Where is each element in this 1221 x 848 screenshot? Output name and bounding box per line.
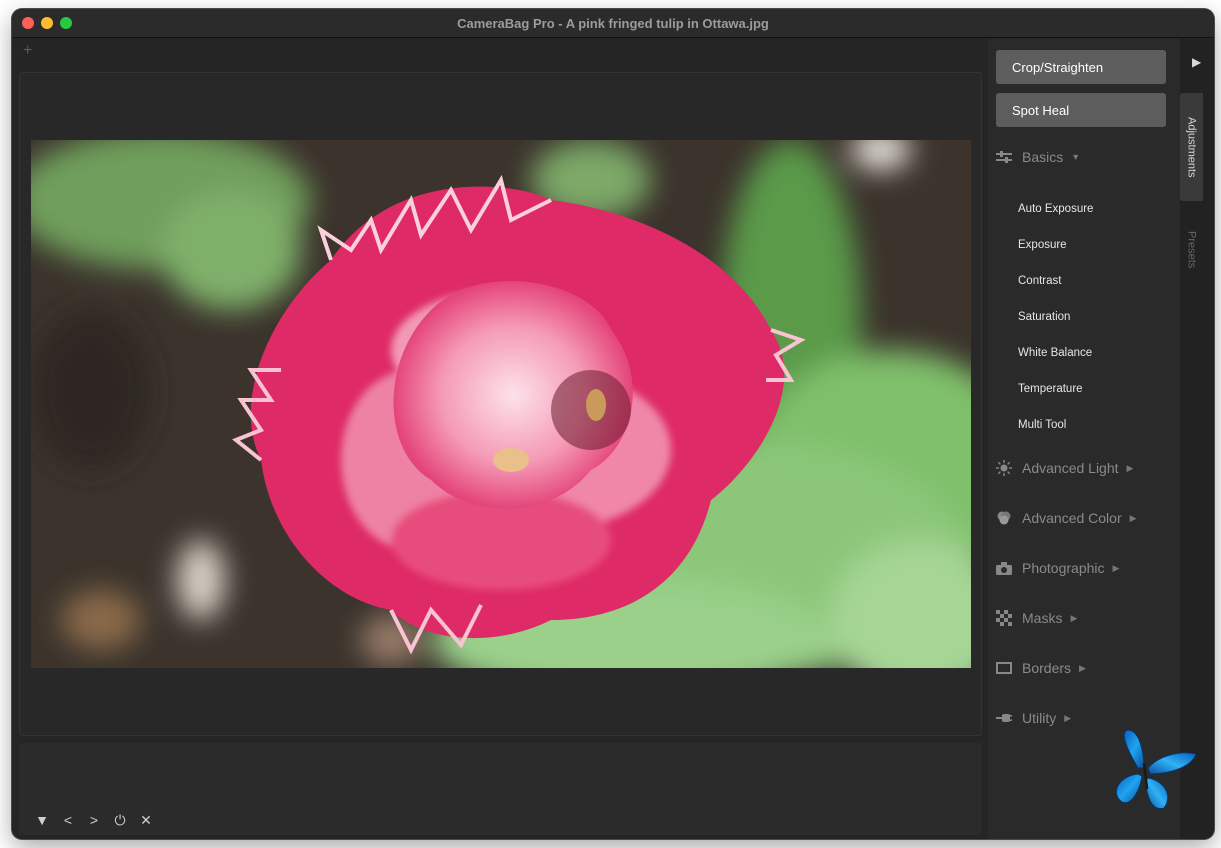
section-masks[interactable]: Masks ▶	[996, 606, 1077, 630]
chevron-right-icon: ▶	[1129, 512, 1137, 523]
section-advanced-color[interactable]: Advanced Color ▶	[996, 506, 1137, 530]
section-utility[interactable]: Utility ▶	[996, 706, 1071, 730]
basics-item-exposure[interactable]: Exposure	[1018, 235, 1067, 255]
add-tab-button[interactable]: +	[23, 43, 32, 59]
basics-item-multi-tool[interactable]: Multi Tool	[1018, 415, 1066, 435]
power-icon[interactable]: ⏻	[107, 811, 133, 829]
sun-icon	[996, 460, 1012, 476]
section-label: Photographic	[1022, 560, 1105, 576]
color-circles-icon	[996, 510, 1012, 526]
close-icon[interactable]: ✕	[133, 811, 159, 829]
chevron-right-icon: ▶	[1126, 462, 1134, 473]
section-label: Advanced Light	[1022, 460, 1119, 476]
plug-icon	[996, 710, 1012, 726]
basics-item-temperature[interactable]: Temperature	[1018, 379, 1083, 399]
side-tab-rail: ▶ Adjustments Presets	[1180, 39, 1214, 839]
basics-item-auto-exposure[interactable]: Auto Exposure	[1018, 199, 1093, 219]
tulip-photo	[31, 140, 971, 668]
filmstrip-panel: ▼ < > ⏻ ✕	[19, 743, 982, 835]
tab-adjustments[interactable]: Adjustments	[1180, 93, 1203, 201]
adjustments-sidebar: Crop/Straighten Spot Heal Basics ▼ Auto …	[988, 39, 1180, 839]
rectangle-icon	[996, 660, 1012, 676]
section-label: Borders	[1022, 660, 1072, 676]
sliders-icon	[996, 149, 1012, 165]
play-triangle-icon[interactable]: ▶	[1192, 55, 1201, 69]
chevron-right-icon: ▶	[1064, 712, 1072, 723]
section-photographic[interactable]: Photographic ▶	[996, 556, 1119, 580]
app-window: CameraBag Pro - A pink fringed tulip in …	[12, 9, 1214, 839]
image-canvas[interactable]	[19, 72, 982, 736]
collapse-triangle-icon[interactable]: ▼	[29, 811, 55, 829]
section-label: Masks	[1022, 610, 1063, 626]
basics-item-white-balance[interactable]: White Balance	[1018, 343, 1092, 363]
section-label: Basics	[1022, 149, 1064, 165]
chevron-right-icon: ▶	[1112, 562, 1120, 573]
basics-item-contrast[interactable]: Contrast	[1018, 271, 1061, 291]
tab-presets[interactable]: Presets	[1180, 211, 1203, 289]
basics-item-saturation[interactable]: Saturation	[1018, 307, 1070, 327]
spot-heal-button[interactable]: Spot Heal	[996, 93, 1166, 127]
crop-straighten-button[interactable]: Crop/Straighten	[996, 50, 1166, 84]
filmstrip-controls: ▼ < > ⏻ ✕	[29, 811, 159, 829]
previous-image-button[interactable]: <	[55, 811, 81, 829]
butterfly-logo-icon	[1116, 729, 1197, 810]
next-image-button[interactable]: >	[81, 811, 107, 829]
section-label: Utility	[1022, 710, 1057, 726]
section-basics[interactable]: Basics ▼	[996, 145, 1080, 169]
checkerboard-icon	[996, 610, 1012, 626]
chevron-right-icon: ▶	[1079, 662, 1086, 673]
photo-preview[interactable]	[31, 140, 971, 668]
camera-icon	[996, 560, 1012, 576]
section-label: Advanced Color	[1022, 510, 1122, 526]
section-advanced-light[interactable]: Advanced Light ▶	[996, 456, 1133, 480]
section-borders[interactable]: Borders ▶	[996, 656, 1086, 680]
chevron-right-icon: ▶	[1070, 612, 1078, 623]
chevron-down-icon: ▼	[1071, 152, 1081, 162]
window-title: CameraBag Pro - A pink fringed tulip in …	[457, 16, 769, 31]
title-bar: CameraBag Pro - A pink fringed tulip in …	[12, 9, 1214, 38]
